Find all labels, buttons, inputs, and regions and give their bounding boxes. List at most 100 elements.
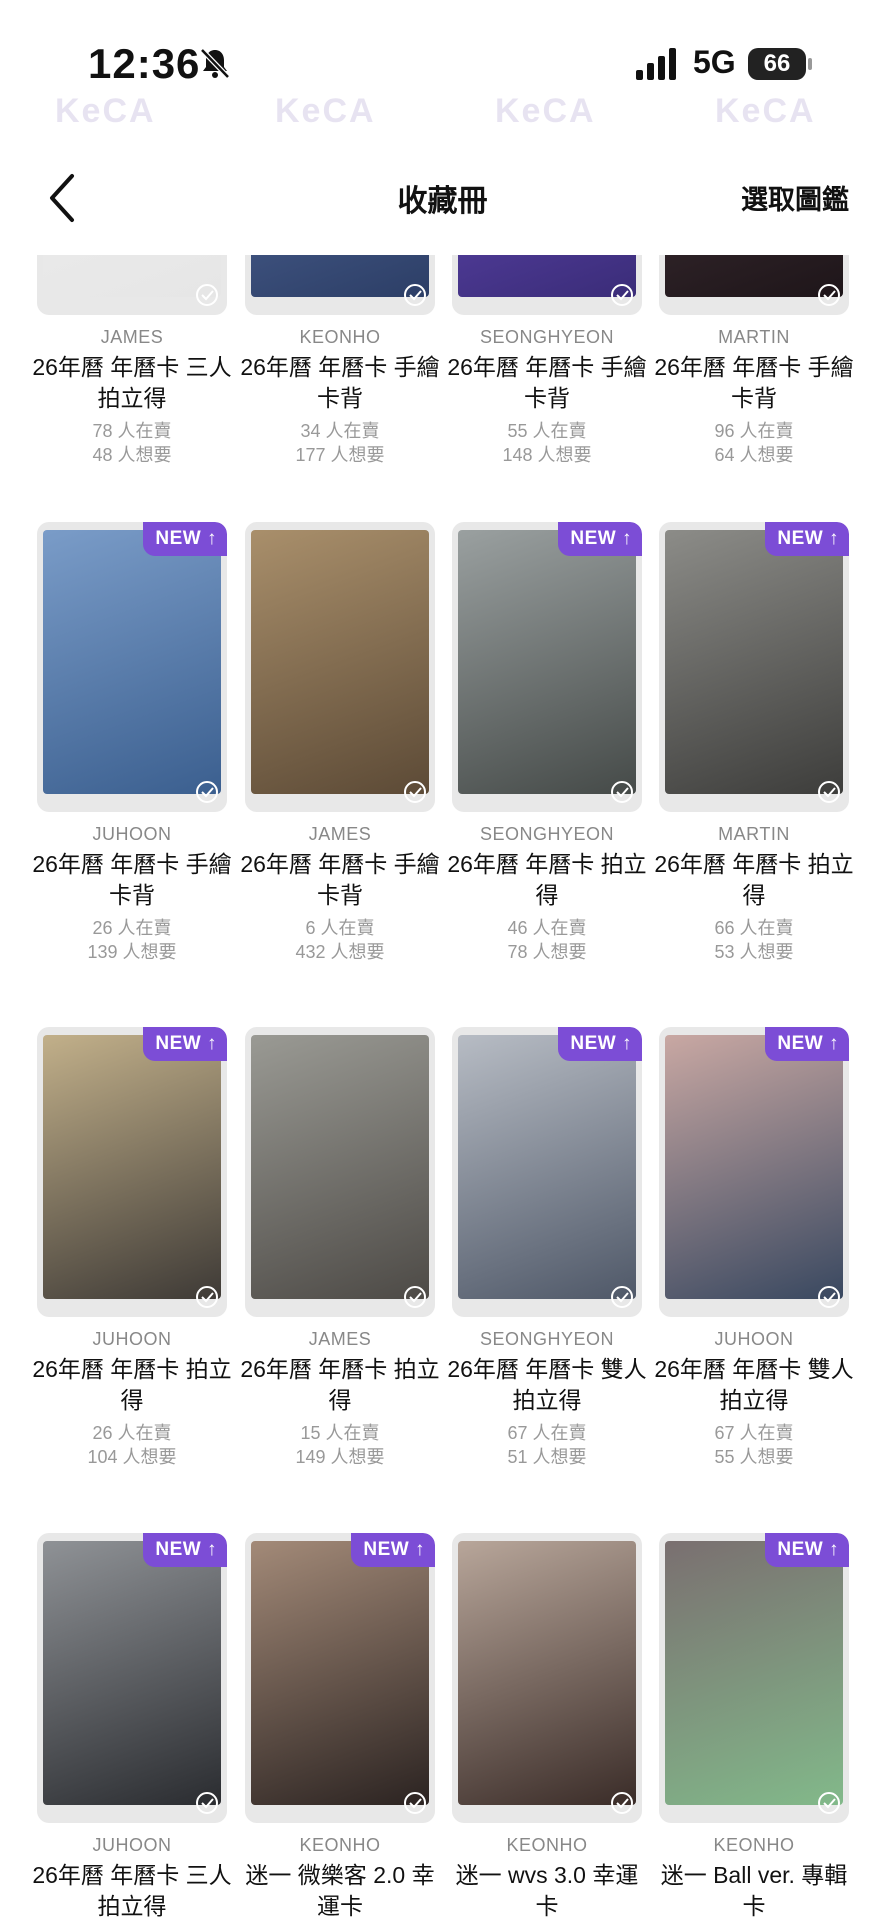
check-circle-icon[interactable]: [195, 1285, 219, 1309]
card-photo[interactable]: NEW ↑: [452, 1027, 642, 1317]
new-badge-label: NEW: [777, 528, 824, 549]
card-photo[interactable]: NEW ↑: [245, 1533, 435, 1823]
collection-card[interactable]: MARTIN 26年曆 年曆卡 手繪卡背 96 人在賣 64 人想要: [654, 255, 854, 465]
collection-card[interactable]: NEW ↑ JUHOON 26年曆 年曆卡 拍立得 26 人在賣 104 人想要: [32, 1027, 232, 1467]
card-title: 26年曆 年曆卡 手繪卡背: [32, 851, 232, 908]
watermark-logo: KeCA: [495, 92, 596, 130]
new-badge: NEW ↑: [143, 1027, 227, 1061]
collection-card[interactable]: NEW ↑ JUHOON 26年曆 年曆卡 三人拍立得: [32, 1533, 232, 1920]
card-wanting-count: 53 人想要: [714, 942, 794, 962]
card-selling-count: 26 人在賣: [92, 1423, 172, 1443]
card-member-name: JUHOON: [714, 1329, 794, 1349]
card-title: 26年曆 年曆卡 雙人拍立得: [654, 1356, 854, 1413]
card-photo-image: [43, 530, 221, 794]
collection-card[interactable]: NEW ↑ JUHOON 26年曆 年曆卡 雙人拍立得 67 人在賣 55 人想要: [654, 1027, 854, 1467]
card-photo[interactable]: [37, 255, 227, 315]
card-photo[interactable]: [245, 522, 435, 812]
collection-card[interactable]: NEW ↑ MARTIN 26年曆 年曆卡 拍立得 66 人在賣 53 人想要: [654, 522, 854, 962]
card-photo[interactable]: [245, 1027, 435, 1317]
collection-card[interactable]: NEW ↑ JUHOON 26年曆 年曆卡 手繪卡背 26 人在賣 139 人想要: [32, 522, 232, 962]
collection-card[interactable]: JAMES 26年曆 年曆卡 三人拍立得 78 人在賣 48 人想要: [32, 255, 232, 465]
collection-card[interactable]: NEW ↑ SEONGHYEON 26年曆 年曆卡 雙人拍立得 67 人在賣 51 人想…: [447, 1027, 647, 1467]
check-circle-icon[interactable]: [403, 1285, 427, 1309]
card-photo[interactable]: [659, 255, 849, 315]
card-wanting-count: 432 人想要: [295, 942, 385, 962]
new-badge: NEW ↑: [765, 1027, 849, 1061]
check-circle-icon[interactable]: [610, 1791, 634, 1815]
card-photo[interactable]: NEW ↑: [659, 1027, 849, 1317]
select-collection-button[interactable]: 選取圖鑑: [741, 178, 849, 217]
watermark-logo: KeCA: [715, 92, 816, 130]
check-circle-icon[interactable]: [817, 780, 841, 804]
check-circle-icon[interactable]: [195, 780, 219, 804]
card-title: 26年曆 年曆卡 手繪卡背: [447, 354, 647, 411]
collection-card[interactable]: SEONGHYEON 26年曆 年曆卡 手繪卡背 55 人在賣 148 人想要: [447, 255, 647, 465]
new-badge-label: NEW: [155, 528, 202, 549]
card-title: 26年曆 年曆卡 手繪卡背: [240, 851, 440, 908]
arrow-up-icon: ↑: [823, 528, 839, 549]
card-selling-count: 78 人在賣: [92, 421, 172, 441]
card-title: 26年曆 年曆卡 拍立得: [654, 851, 854, 908]
check-circle-icon[interactable]: [403, 283, 427, 307]
card-photo-image: [43, 1035, 221, 1299]
card-wanting-count: 64 人想要: [714, 445, 794, 465]
card-member-name: KEONHO: [506, 1835, 588, 1855]
new-badge: NEW ↑: [558, 522, 642, 556]
arrow-up-icon: ↑: [201, 1539, 217, 1560]
check-circle-icon[interactable]: [195, 283, 219, 307]
card-member-name: SEONGHYEON: [479, 824, 615, 844]
card-photo-image: [251, 530, 429, 794]
new-badge-label: NEW: [363, 1539, 410, 1560]
battery-level: 66: [763, 50, 791, 77]
card-photo[interactable]: NEW ↑: [659, 1533, 849, 1823]
card-photo[interactable]: [245, 255, 435, 315]
collection-card[interactable]: KEONHO 26年曆 年曆卡 手繪卡背 34 人在賣 177 人想要: [240, 255, 440, 465]
card-wanting-count: 148 人想要: [502, 445, 592, 465]
card-wanting-count: 149 人想要: [295, 1447, 385, 1467]
card-title: 26年曆 年曆卡 三人拍立得: [32, 1862, 232, 1919]
collection-card[interactable]: JAMES 26年曆 年曆卡 手繪卡背 6 人在賣 432 人想要: [240, 522, 440, 962]
collection-card[interactable]: NEW ↑ KEONHO 迷一 Ball ver. 專輯卡: [659, 1533, 849, 1920]
check-circle-icon[interactable]: [195, 1791, 219, 1815]
card-photo[interactable]: NEW ↑: [37, 1027, 227, 1317]
collection-card[interactable]: NEW ↑ SEONGHYEON 26年曆 年曆卡 拍立得 46 人在賣 78 人想要: [447, 522, 647, 962]
new-badge-label: NEW: [777, 1539, 824, 1560]
card-member-name: JAMES: [308, 1329, 372, 1349]
new-badge: NEW ↑: [765, 522, 849, 556]
check-circle-icon[interactable]: [610, 1285, 634, 1309]
card-title: 迷一 Ball ver. 專輯卡: [660, 1862, 848, 1919]
check-circle-icon[interactable]: [403, 780, 427, 804]
check-circle-icon[interactable]: [817, 1791, 841, 1815]
collection-card[interactable]: JAMES 26年曆 年曆卡 拍立得 15 人在賣 149 人想要: [240, 1027, 440, 1467]
collection-card[interactable]: KEONHO 迷一 wvs 3.0 幸運卡: [452, 1533, 642, 1920]
check-circle-icon[interactable]: [610, 283, 634, 307]
check-circle-icon[interactable]: [817, 1285, 841, 1309]
arrow-up-icon: ↑: [409, 1539, 425, 1560]
card-member-name: JAMES: [308, 824, 372, 844]
card-photo[interactable]: [452, 255, 642, 315]
card-photo-image: [458, 1035, 636, 1299]
card-member-name: JUHOON: [92, 824, 172, 844]
check-circle-icon[interactable]: [403, 1791, 427, 1815]
card-member-name: MARTIN: [718, 824, 790, 844]
card-photo[interactable]: NEW ↑: [452, 522, 642, 812]
card-selling-count: 15 人在賣: [300, 1423, 380, 1443]
check-circle-icon[interactable]: [817, 283, 841, 307]
arrow-up-icon: ↑: [616, 1033, 632, 1054]
card-photo-image: [665, 1035, 843, 1299]
card-photo[interactable]: [452, 1533, 642, 1823]
check-circle-icon[interactable]: [610, 780, 634, 804]
new-badge: NEW ↑: [143, 1533, 227, 1567]
card-photo[interactable]: NEW ↑: [659, 522, 849, 812]
card-photo[interactable]: NEW ↑: [37, 522, 227, 812]
battery-icon: 66: [748, 48, 812, 80]
card-member-name: JUHOON: [92, 1835, 172, 1855]
arrow-up-icon: ↑: [823, 1539, 839, 1560]
card-member-name: SEONGHYEON: [479, 327, 615, 347]
card-member-name: SEONGHYEON: [479, 1329, 615, 1349]
collection-card[interactable]: NEW ↑ KEONHO 迷一 微樂客 2.0 幸運卡: [245, 1533, 435, 1920]
card-photo-image: [251, 1035, 429, 1299]
new-badge-label: NEW: [777, 1033, 824, 1054]
card-photo[interactable]: NEW ↑: [37, 1533, 227, 1823]
arrow-up-icon: ↑: [201, 528, 217, 549]
